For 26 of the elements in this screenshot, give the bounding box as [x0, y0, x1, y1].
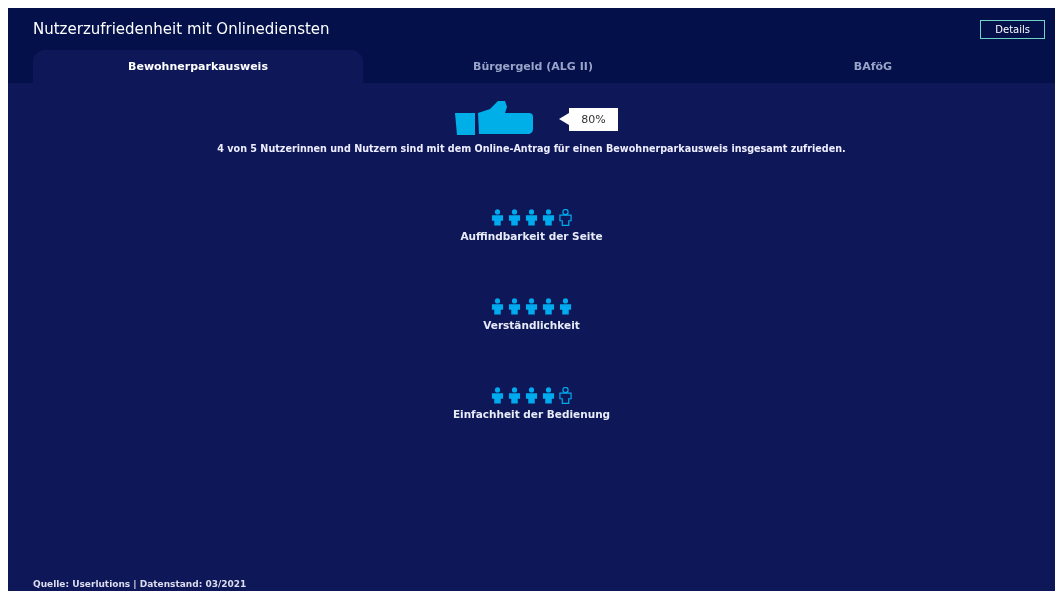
person-icon: [508, 298, 521, 315]
person-icon: [542, 209, 555, 226]
rating-label: Verständlichkeit: [483, 319, 580, 331]
panel-title: Nutzerzufriedenheit mit Onlinediensten: [33, 20, 330, 38]
person-icon: [542, 298, 555, 315]
tab[interactable]: Bewohnerparkausweis: [33, 50, 363, 83]
rating-label: Einfachheit der Bedienung: [452, 408, 611, 420]
source-note: Quelle: Userlutions | Datenstand: 03/2021: [32, 579, 248, 591]
tab[interactable]: Bürgergeld (ALG II): [363, 50, 703, 83]
person-icon: [542, 387, 555, 404]
person-icon: [559, 298, 572, 315]
person-icon: [559, 209, 572, 226]
person-icon: [508, 209, 521, 226]
summary-text: 4 von 5 Nutzerinnen und Nutzern sind mit dem Online-Antrag für einen Bewohnerparkausweis insgesamt zufrieden.: [217, 143, 846, 154]
tab[interactable]: BAföG: [703, 50, 1043, 83]
percentage-callout: 80%: [559, 107, 618, 131]
person-icon: [525, 298, 538, 315]
person-icon: [525, 209, 538, 226]
person-icon: [491, 209, 504, 226]
person-icon: [525, 387, 538, 404]
person-icon: [491, 298, 504, 315]
person-icon: [491, 387, 504, 404]
person-icon: [508, 387, 521, 404]
person-icon: [559, 387, 572, 404]
rating-label: Auffindbarkeit der Seite: [460, 230, 603, 242]
details-button[interactable]: Details: [980, 19, 1045, 39]
